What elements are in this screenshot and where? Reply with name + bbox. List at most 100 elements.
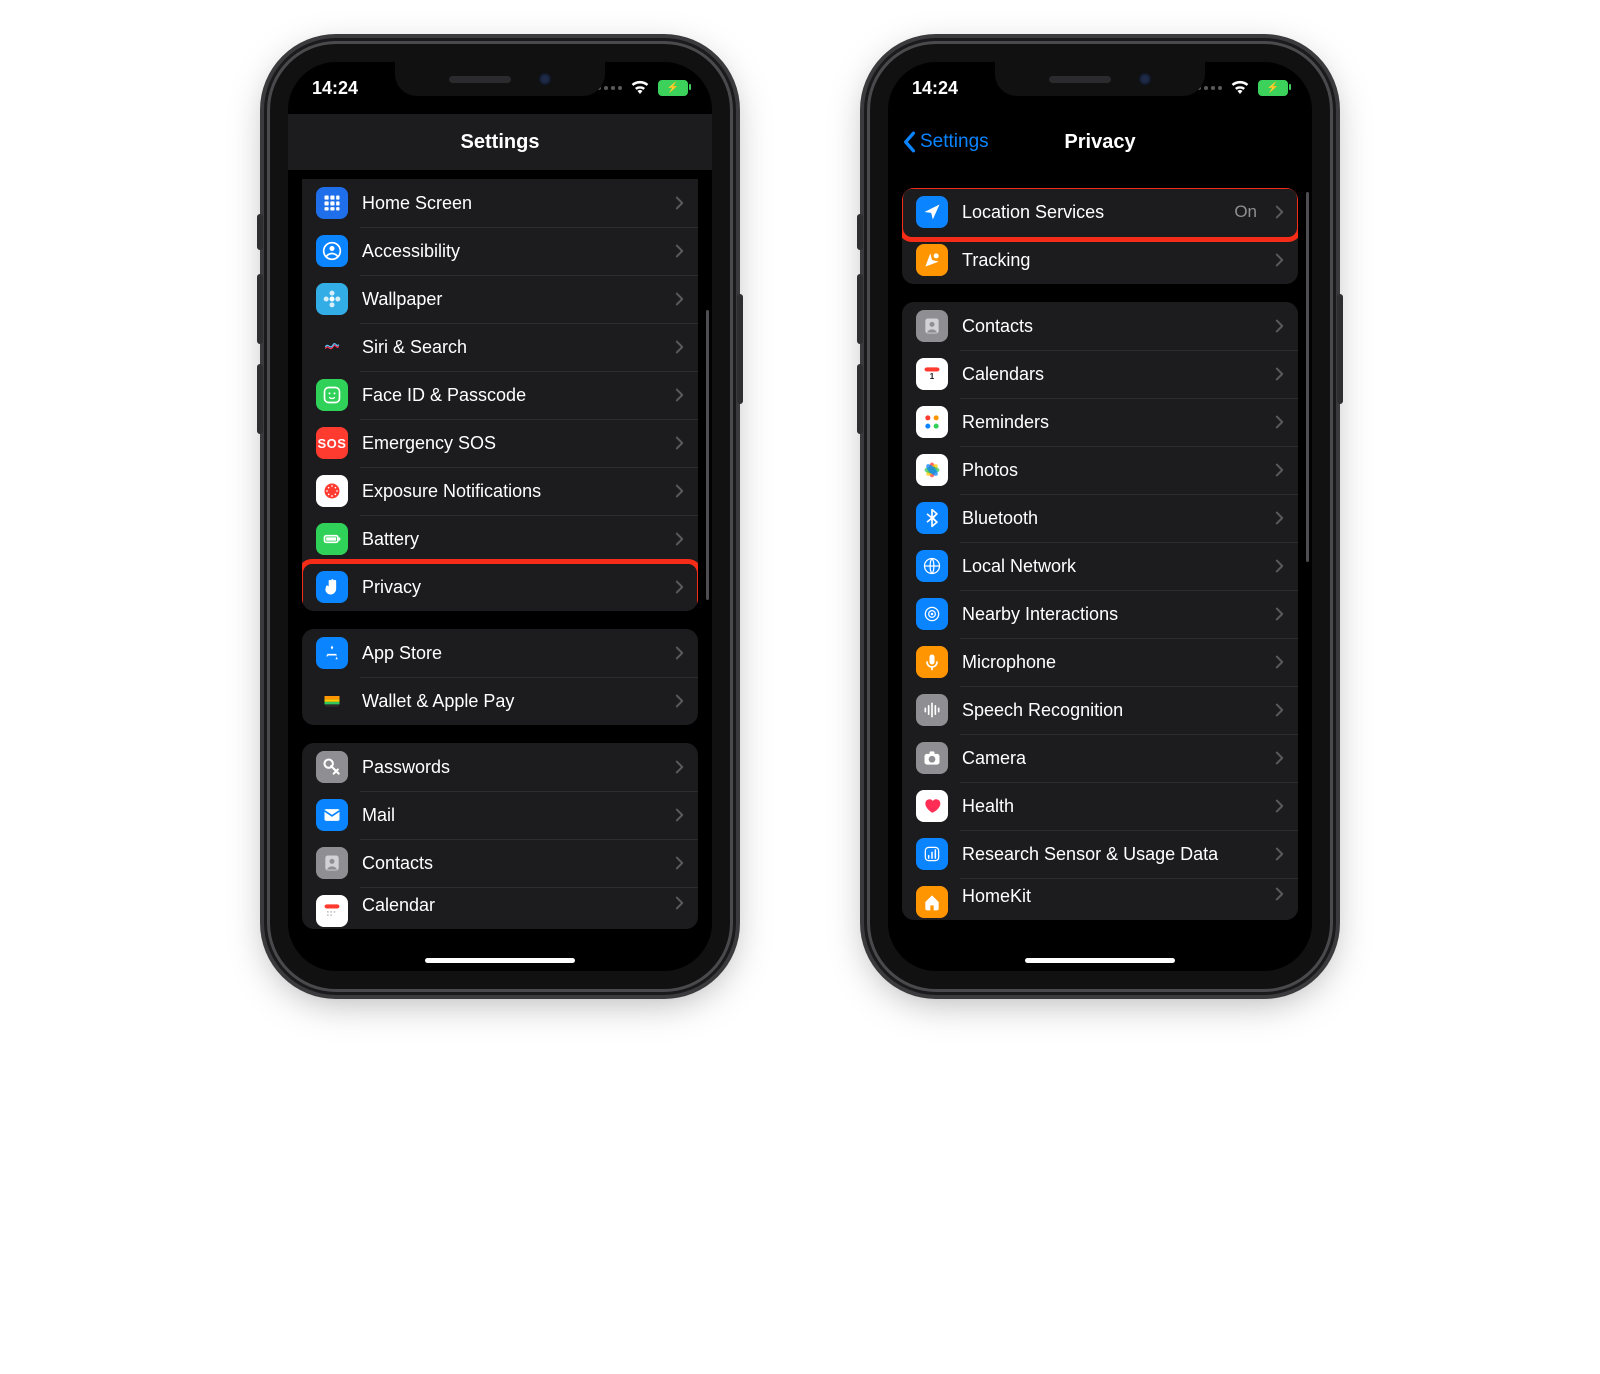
page-title: Settings	[461, 131, 540, 154]
home-indicator[interactable]	[1025, 958, 1175, 963]
chevron-right-icon	[1275, 798, 1284, 814]
row-label: Camera	[962, 748, 1261, 769]
row-faceid[interactable]: Face ID & Passcode	[302, 371, 698, 419]
row-label: HomeKit	[962, 886, 1261, 907]
row-speech[interactable]: Speech Recognition	[902, 686, 1298, 734]
row-sos[interactable]: SOSEmergency SOS	[302, 419, 698, 467]
grid-icon	[316, 187, 348, 219]
chevron-right-icon	[1275, 318, 1284, 334]
chevron-right-icon	[1275, 252, 1284, 268]
camera-icon	[916, 742, 948, 774]
chevron-right-icon	[1275, 846, 1284, 862]
row-label: Location Services	[962, 202, 1220, 223]
navbar: Settings Privacy	[888, 114, 1312, 170]
row-label: Wallpaper	[362, 289, 661, 310]
row-label: Reminders	[962, 412, 1261, 433]
row-label: Local Network	[962, 556, 1261, 577]
wallet-icon	[316, 685, 348, 717]
settings-list[interactable]: Home Screen Accessibility Wallpaper Siri & …	[288, 171, 712, 971]
person-circle-icon	[316, 235, 348, 267]
mic-icon	[916, 646, 948, 678]
row-label: Passwords	[362, 757, 661, 778]
row-mail[interactable]: Mail	[302, 791, 698, 839]
row-location[interactable]: Location ServicesOn	[902, 188, 1298, 236]
mail-icon	[316, 799, 348, 831]
row-label: Exposure Notifications	[362, 481, 661, 502]
contacts-icon	[916, 310, 948, 342]
tracking-icon	[916, 244, 948, 276]
battery-icon: ⚡	[1258, 80, 1288, 96]
hand-icon	[316, 571, 348, 603]
settings-group: Passwords Mail Contacts Calendar	[302, 743, 698, 929]
row-localnet[interactable]: Local Network	[902, 542, 1298, 590]
row-label: Wallet & Apple Pay	[362, 691, 661, 712]
chevron-right-icon	[675, 195, 684, 211]
row-camera[interactable]: Camera	[902, 734, 1298, 782]
chevron-right-icon	[675, 807, 684, 823]
row-label: App Store	[362, 643, 661, 664]
phone-right: 14:24 ⚡ Settings Privacy	[870, 44, 1330, 989]
row-contacts2[interactable]: Contacts	[302, 839, 698, 887]
row-label: Accessibility	[362, 241, 661, 262]
chevron-right-icon	[675, 435, 684, 451]
chevron-right-icon	[1275, 702, 1284, 718]
row-label: Calendar	[362, 895, 661, 916]
row-home-screen[interactable]: Home Screen	[302, 179, 698, 227]
row-privacy[interactable]: Privacy	[302, 563, 698, 611]
settings-group: App Store Wallet & Apple Pay	[302, 629, 698, 725]
row-label: Nearby Interactions	[962, 604, 1261, 625]
row-calendar2[interactable]: Calendar	[302, 887, 698, 929]
location-icon	[916, 196, 948, 228]
svg-text:1: 1	[930, 371, 935, 381]
chevron-right-icon	[1275, 558, 1284, 574]
key-icon	[316, 751, 348, 783]
back-label: Settings	[920, 131, 989, 153]
row-photos[interactable]: Photos	[902, 446, 1298, 494]
row-research[interactable]: Research Sensor & Usage Data	[902, 830, 1298, 878]
row-siri[interactable]: Siri & Search	[302, 323, 698, 371]
chevron-right-icon	[675, 759, 684, 775]
target-icon	[916, 598, 948, 630]
phone-left: 14:24 ⚡ Settings Home ScreenAccessibilit…	[270, 44, 730, 989]
row-calendars[interactable]: 1Calendars	[902, 350, 1298, 398]
chevron-right-icon	[675, 895, 684, 911]
row-nearby[interactable]: Nearby Interactions	[902, 590, 1298, 638]
row-label: Mail	[362, 805, 661, 826]
row-battery[interactable]: Battery	[302, 515, 698, 563]
row-homekit[interactable]: HomeKit	[902, 878, 1298, 920]
row-passwords[interactable]: Passwords	[302, 743, 698, 791]
settings-group: Location ServicesOnTracking	[902, 188, 1298, 284]
wifi-icon	[1230, 78, 1250, 99]
screen-privacy: 14:24 ⚡ Settings Privacy	[888, 62, 1312, 971]
row-exposure[interactable]: Exposure Notifications	[302, 467, 698, 515]
row-contacts[interactable]: Contacts	[902, 302, 1298, 350]
chevron-right-icon	[675, 243, 684, 259]
heart-icon	[916, 790, 948, 822]
photos-icon	[916, 454, 948, 486]
home-icon	[916, 886, 948, 918]
chevron-right-icon	[675, 693, 684, 709]
privacy-list[interactable]: Location ServicesOnTracking Contacts1Cale…	[888, 170, 1312, 971]
faceid-icon	[316, 379, 348, 411]
calendar-icon: 1	[916, 358, 948, 390]
row-reminders[interactable]: Reminders	[902, 398, 1298, 446]
row-accessibility[interactable]: Accessibility	[302, 227, 698, 275]
row-appstore[interactable]: App Store	[302, 629, 698, 677]
row-health[interactable]: Health	[902, 782, 1298, 830]
home-indicator[interactable]	[425, 958, 575, 963]
back-button[interactable]: Settings	[902, 114, 989, 170]
row-wallpaper[interactable]: Wallpaper	[302, 275, 698, 323]
battery-icon: ⚡	[658, 80, 688, 96]
notch	[995, 62, 1205, 96]
row-label: Speech Recognition	[962, 700, 1261, 721]
row-label: Microphone	[962, 652, 1261, 673]
row-tracking[interactable]: Tracking	[902, 236, 1298, 284]
row-label: Emergency SOS	[362, 433, 661, 454]
row-mic[interactable]: Microphone	[902, 638, 1298, 686]
row-wallet[interactable]: Wallet & Apple Pay	[302, 677, 698, 725]
row-bluetooth[interactable]: Bluetooth	[902, 494, 1298, 542]
reminders-icon	[916, 406, 948, 438]
settings-group: Contacts1Calendars Reminders PhotosBluetoo…	[902, 302, 1298, 920]
scroll-indicator[interactable]	[1306, 192, 1309, 562]
scroll-indicator[interactable]	[706, 310, 709, 600]
